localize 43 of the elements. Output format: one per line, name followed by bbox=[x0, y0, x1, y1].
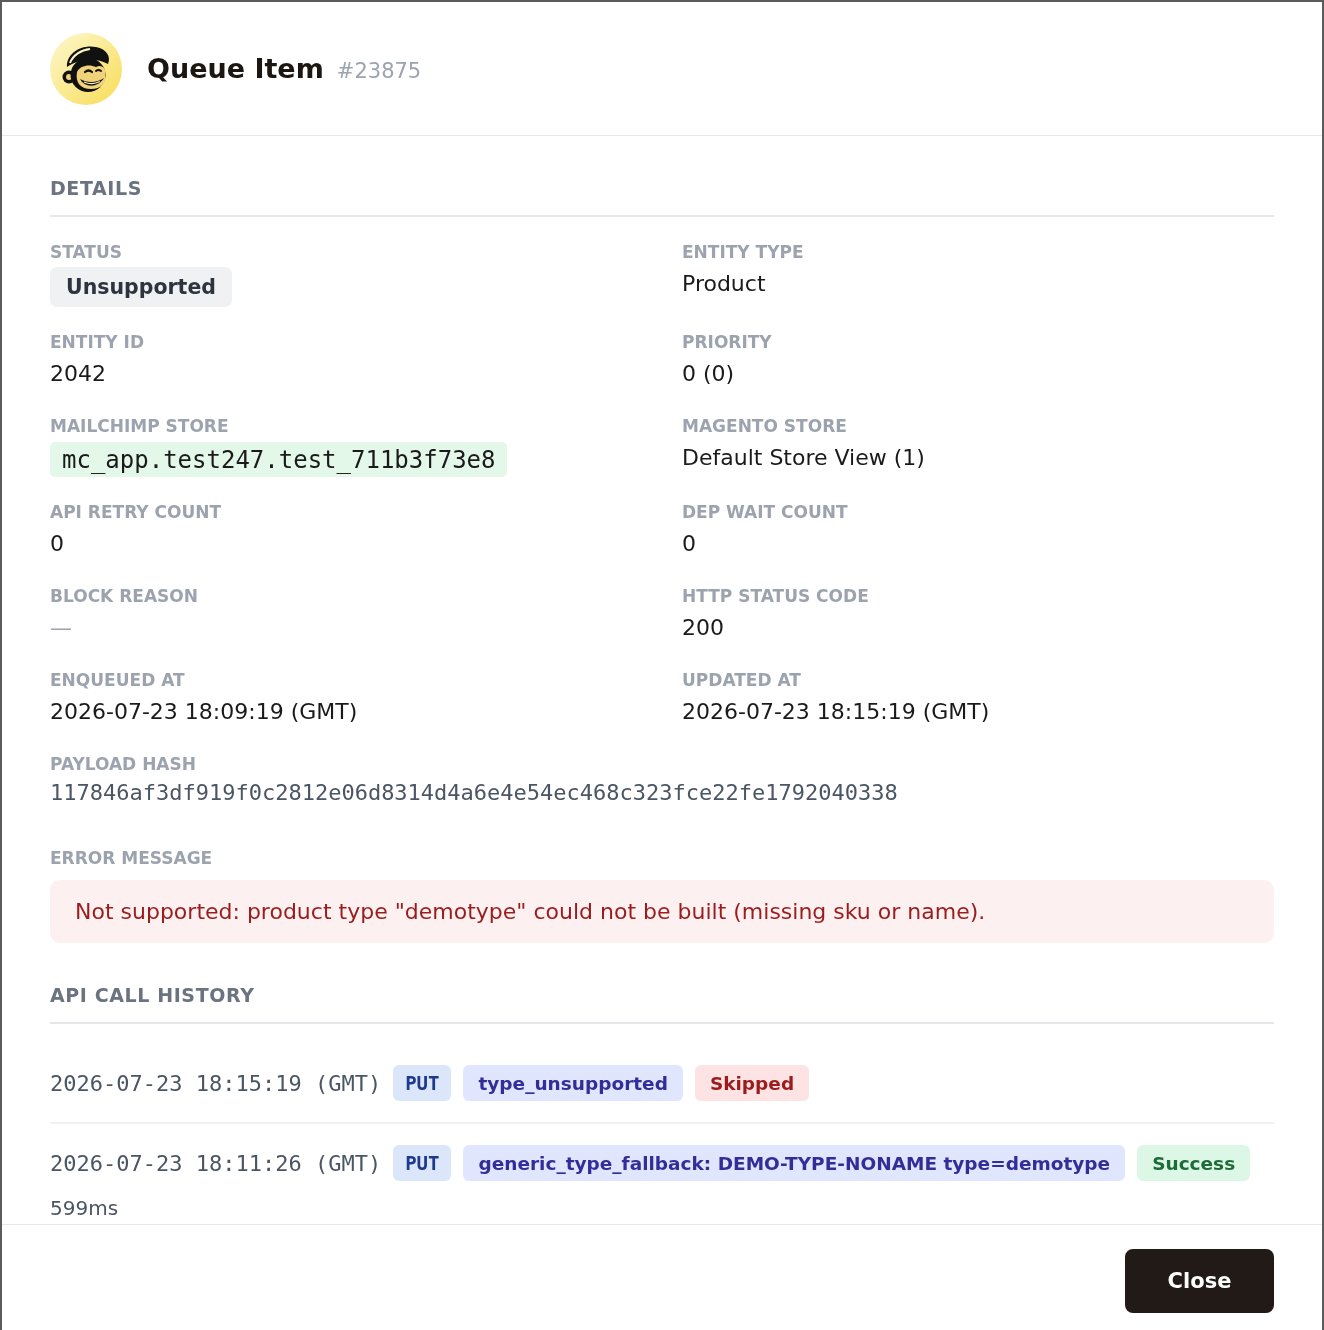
status-badge: Unsupported bbox=[50, 267, 232, 307]
result-tag: Success bbox=[1137, 1145, 1251, 1181]
dialog-title: Queue Item bbox=[147, 53, 324, 84]
payload-hash: 117846af3df919f0c2812e06d8314d4a6e4e54ec468c323fce22fe1792040338 bbox=[50, 779, 898, 807]
field-label: UPDATED AT bbox=[682, 669, 801, 691]
field-label: STATUS bbox=[50, 241, 122, 263]
call-note-tag: type_unsupported bbox=[463, 1065, 683, 1101]
method-tag: PUT bbox=[393, 1145, 452, 1181]
close-button[interactable]: Close bbox=[1125, 1249, 1274, 1313]
field-label: BLOCK REASON bbox=[50, 585, 198, 607]
field-label: ERROR MESSAGE bbox=[50, 847, 213, 869]
call-timestamp: 2026-07-23 18:15:19 (GMT) bbox=[50, 1070, 382, 1096]
section-heading: DETAILS bbox=[50, 176, 142, 200]
field-label: HTTP STATUS CODE bbox=[682, 585, 869, 607]
field-label: MAGENTO STORE bbox=[682, 415, 847, 437]
call-note-tag: generic_type_fallback: DEMO-TYPE-NONAME type=demotype bbox=[463, 1145, 1126, 1181]
field-label: ENQUEUED AT bbox=[50, 669, 185, 691]
field-label: ENTITY ID bbox=[50, 331, 145, 353]
monkey-logo-icon bbox=[50, 32, 122, 105]
field-value: 0 (0) bbox=[682, 360, 735, 388]
field-value: Default Store View (1) bbox=[682, 444, 925, 472]
field-label: DEP WAIT COUNT bbox=[682, 501, 848, 523]
call-duration: 599ms bbox=[50, 1195, 119, 1221]
section-heading: API CALL HISTORY bbox=[50, 983, 255, 1007]
method-tag: PUT bbox=[393, 1065, 452, 1101]
field-value: 2026-07-23 18:09:19 (GMT) bbox=[50, 698, 358, 726]
empty-value: — bbox=[50, 614, 72, 642]
field-label: PAYLOAD HASH bbox=[50, 753, 196, 775]
field-value: 200 bbox=[682, 614, 724, 642]
field-value: 0 bbox=[50, 530, 64, 558]
result-tag: Skipped bbox=[694, 1065, 810, 1101]
field-label: ENTITY TYPE bbox=[682, 241, 804, 263]
call-timestamp: 2026-07-23 18:11:26 (GMT) bbox=[50, 1150, 382, 1176]
field-value: 0 bbox=[682, 530, 696, 558]
field-value: Product bbox=[682, 270, 766, 298]
item-number: #23875 bbox=[336, 59, 422, 83]
field-value: 2042 bbox=[50, 360, 106, 388]
error-message: Not supported: product type "demotype" could not be built (missing sku or name). bbox=[50, 880, 1274, 943]
field-label: MAILCHIMP STORE bbox=[50, 415, 229, 437]
field-label: PRIORITY bbox=[682, 331, 772, 353]
field-label: API RETRY COUNT bbox=[50, 501, 222, 523]
store-code: mc_app.test247.test_711b3f73e8 bbox=[50, 442, 508, 477]
field-value: 2026-07-23 18:15:19 (GMT) bbox=[682, 698, 990, 726]
